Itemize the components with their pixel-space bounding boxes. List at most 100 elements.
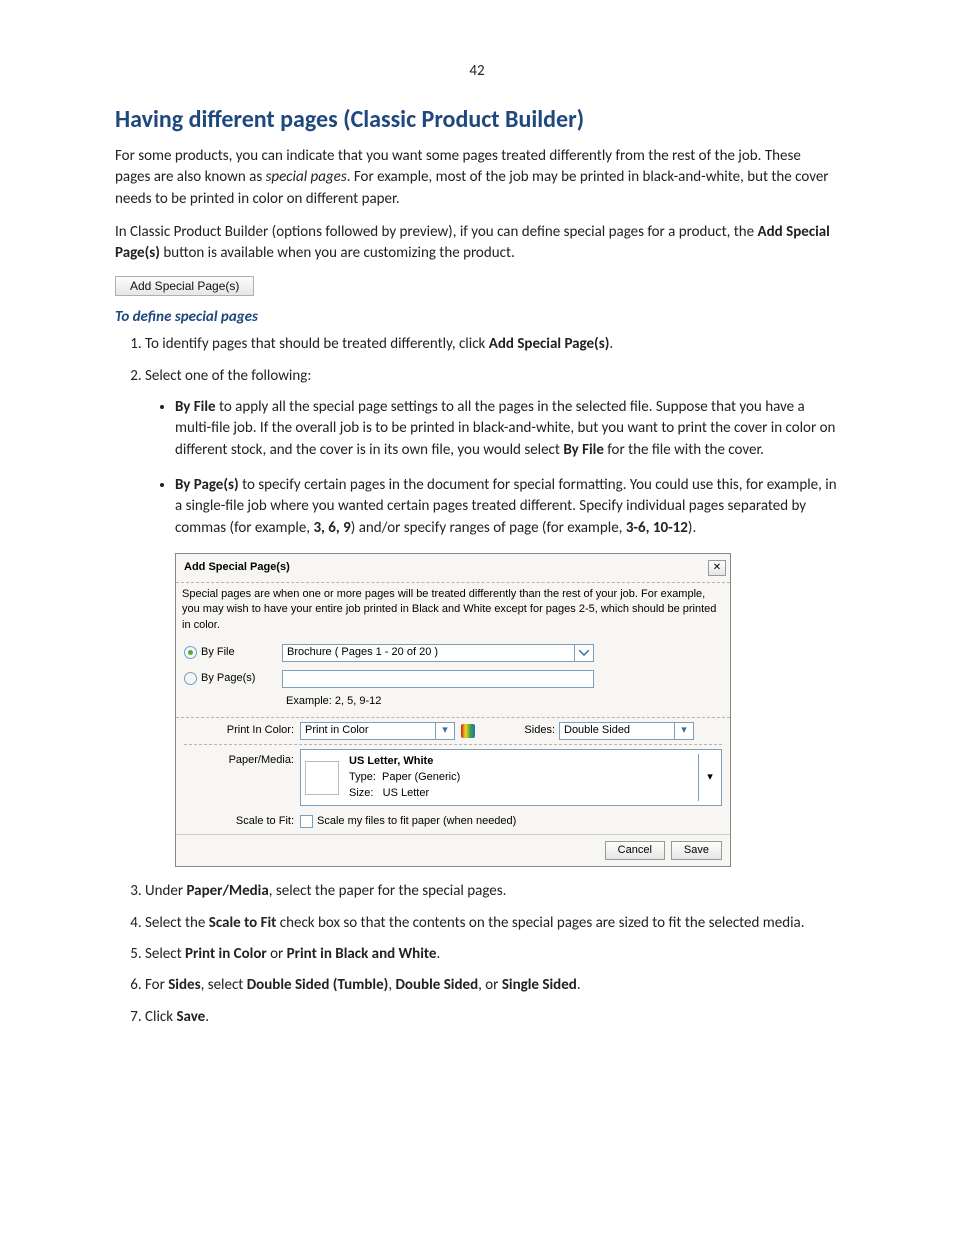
radio-by-file[interactable]: By File	[184, 645, 282, 661]
bullet-by-pages: By Page(s) to specify certain pages in t…	[175, 475, 839, 539]
text: ) and/or specify ranges of page (for exa…	[351, 519, 626, 537]
radio-icon	[184, 672, 197, 685]
text-bold: 3-6, 10-12	[626, 519, 688, 537]
text-bold: Print in Black and White	[287, 945, 437, 963]
text: Under	[145, 882, 186, 900]
text-bold: Paper/Media	[186, 882, 268, 900]
text-bold: Single Sided	[502, 976, 577, 994]
text: for the file with the cover.	[604, 441, 764, 459]
step-2-bullets: By File to apply all the special page se…	[145, 397, 839, 539]
text-bold: By File	[175, 398, 216, 416]
add-special-pages-button: Add Special Page(s)	[115, 276, 254, 296]
media-text: US Letter, White Type: Paper (Generic) S…	[349, 754, 460, 801]
paper-media-chooser[interactable]: US Letter, White Type: Paper (Generic) S…	[300, 749, 722, 806]
text: , select the paper for the special pages…	[269, 882, 507, 900]
step-6: For Sides, select Double Sided (Tumble),…	[145, 975, 839, 996]
chevron-down-icon: ▾	[674, 723, 693, 739]
text: .	[577, 976, 581, 994]
page-number: 42	[0, 62, 954, 80]
add-special-pages-dialog: Add Special Page(s) ✕ Special pages are …	[175, 553, 731, 867]
radio-label: By Page(s)	[201, 671, 255, 687]
text: button is available when you are customi…	[160, 244, 515, 262]
bullet-by-file: By File to apply all the special page se…	[175, 397, 839, 461]
combo-value: Print in Color	[305, 723, 435, 739]
media-type-value: Paper (Generic)	[382, 771, 460, 783]
dialog-description: Special pages are when one or more pages…	[176, 583, 730, 640]
text-italic: special pages	[266, 168, 347, 186]
radio-by-pages[interactable]: By Page(s)	[184, 671, 282, 687]
media-type-label: Type:	[349, 771, 376, 783]
combo-value: Brochure ( Pages 1 - 20 of 20 )	[287, 645, 574, 661]
row-scale-to-fit: Scale to Fit: Scale my files to fit pape…	[176, 810, 730, 834]
chevron-down-icon: ▾	[435, 723, 454, 739]
print-color-combo[interactable]: Print in Color ▾	[300, 722, 455, 740]
media-size-value: US Letter	[383, 787, 429, 799]
text-bold: Scale to Fit	[209, 914, 277, 932]
file-combo[interactable]: Brochure ( Pages 1 - 20 of 20 )	[282, 644, 594, 662]
text: or	[267, 945, 287, 963]
text: Select	[145, 945, 185, 963]
scale-label: Scale to Fit:	[184, 814, 300, 830]
intro-paragraph-2: In Classic Product Builder (options foll…	[115, 222, 839, 265]
scale-checkbox-label: Scale my files to fit paper (when needed…	[317, 814, 516, 830]
combo-value: Double Sided	[564, 723, 674, 739]
text: .	[609, 335, 613, 353]
section-heading: Having different pages (Classic Product …	[115, 105, 839, 134]
scale-checkbox[interactable]	[300, 815, 313, 828]
text: Select the	[145, 914, 209, 932]
chevron-down-icon	[574, 645, 593, 661]
text-bold: Double Sided	[395, 976, 478, 994]
sides-combo[interactable]: Double Sided ▾	[559, 722, 694, 740]
pages-input[interactable]	[282, 670, 594, 688]
intro-paragraph-1: For some products, you can indicate that…	[115, 146, 839, 210]
save-button[interactable]: Save	[671, 841, 722, 861]
text: , or	[478, 976, 502, 994]
text-bold: 3, 6, 9	[313, 519, 350, 537]
text-bold: Sides	[168, 976, 200, 994]
text-bold: Double Sided (Tumble)	[247, 976, 389, 994]
text-bold: By Page(s)	[175, 476, 239, 494]
text-bold: Save	[176, 1008, 205, 1026]
step-3: Under Paper/Media, select the paper for …	[145, 881, 839, 902]
row-paper-media: Paper/Media: US Letter, White Type: Pape…	[176, 745, 730, 810]
row-by-pages: By Page(s)	[176, 666, 730, 692]
step-7: Click Save.	[145, 1007, 839, 1028]
text: Click	[145, 1008, 176, 1026]
text: To identify pages that should be treated…	[145, 335, 489, 353]
procedure-heading: To define special pages	[115, 308, 839, 326]
radio-label: By File	[201, 645, 235, 661]
media-title: US Letter, White	[349, 754, 460, 770]
sides-label: Sides:	[505, 723, 555, 739]
cancel-button[interactable]: Cancel	[605, 841, 665, 861]
text: Select one of the following:	[145, 367, 311, 385]
media-swatch	[305, 761, 339, 795]
text: , select	[201, 976, 247, 994]
step-1: To identify pages that should be treated…	[145, 334, 839, 355]
pages-example: Example: 2, 5, 9-12	[176, 692, 730, 719]
text-bold: By File	[563, 441, 604, 459]
close-icon[interactable]: ✕	[708, 560, 726, 576]
step-4: Select the Scale to Fit check box so tha…	[145, 913, 839, 934]
text-bold: Add Special Page(s)	[489, 335, 610, 353]
text: For	[145, 976, 168, 994]
text: .	[205, 1008, 209, 1026]
row-print-color: Print In Color: Print in Color ▾ Sides: …	[176, 718, 730, 744]
steps-list: To identify pages that should be treated…	[115, 334, 839, 1027]
step-2: Select one of the following: By File to …	[145, 366, 839, 868]
text: ).	[688, 519, 696, 537]
dialog-footer: Cancel Save	[176, 834, 730, 867]
dialog-titlebar: Add Special Page(s) ✕	[176, 554, 730, 583]
text: .	[436, 945, 440, 963]
color-chip-icon	[461, 724, 475, 738]
step-5: Select Print in Color or Print in Black …	[145, 944, 839, 965]
media-size-label: Size:	[349, 787, 373, 799]
dialog-title: Add Special Page(s)	[184, 560, 290, 576]
text: In Classic Product Builder (options foll…	[115, 223, 758, 241]
text-bold: Print in Color	[185, 945, 267, 963]
print-color-label: Print In Color:	[184, 723, 300, 739]
radio-icon	[184, 646, 197, 659]
paper-media-label: Paper/Media:	[184, 749, 300, 769]
text: check box so that the contents on the sp…	[276, 914, 804, 932]
chevron-down-icon: ▾	[698, 754, 721, 801]
row-by-file: By File Brochure ( Pages 1 - 20 of 20 )	[176, 640, 730, 666]
